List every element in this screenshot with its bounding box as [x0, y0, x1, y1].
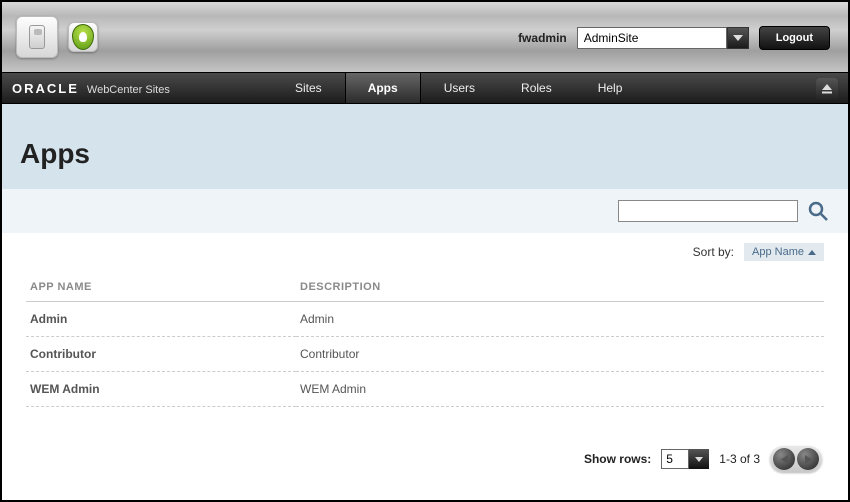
apps-table: APP NAME DESCRIPTION AdminAdminContribut…: [26, 273, 824, 407]
topbar: fwadmin Logout: [2, 2, 848, 72]
prev-page-button[interactable]: [773, 448, 795, 470]
search-row: [2, 189, 848, 233]
sort-row: Sort by: App Name: [2, 233, 848, 269]
site-selector: [577, 27, 749, 49]
pager-buttons: [770, 446, 822, 472]
logout-button[interactable]: Logout: [759, 26, 830, 50]
chevron-right-icon: [805, 455, 812, 464]
chevron-down-icon: [695, 457, 703, 462]
shield-icon: [72, 24, 94, 50]
pager: Show rows: 1-3 of 3: [584, 446, 822, 472]
col-app-name[interactable]: APP NAME: [26, 273, 296, 302]
table-row[interactable]: WEM AdminWEM Admin: [26, 372, 824, 407]
admin-app-button[interactable]: [68, 22, 98, 52]
sort-asc-icon: [808, 250, 816, 255]
cell-description: Contributor: [296, 337, 824, 372]
next-page-button[interactable]: [797, 448, 819, 470]
switch-icon: [29, 25, 45, 49]
page-title: Apps: [20, 138, 830, 170]
rows-per-page-dropdown-button[interactable]: [689, 449, 709, 469]
cell-app-name: WEM Admin: [26, 372, 296, 407]
nav-item-sites[interactable]: Sites: [272, 73, 345, 103]
apps-table-wrap: APP NAME DESCRIPTION AdminAdminContribut…: [2, 269, 848, 407]
show-rows-label: Show rows:: [584, 452, 651, 466]
nav-item-apps[interactable]: Apps: [345, 73, 421, 103]
cell-description: Admin: [296, 302, 824, 337]
sort-by-value: App Name: [752, 246, 804, 258]
site-select-dropdown-button[interactable]: [727, 27, 749, 49]
app-frame: fwadmin Logout ORACLE WebCenter Sites Si…: [0, 0, 850, 502]
navbar: ORACLE WebCenter Sites SitesAppsUsersRol…: [2, 72, 848, 104]
eject-icon: [822, 84, 832, 94]
nav-items: SitesAppsUsersRolesHelp: [272, 73, 645, 103]
brand: ORACLE WebCenter Sites: [12, 81, 170, 96]
col-description[interactable]: DESCRIPTION: [296, 273, 824, 302]
table-header-row: APP NAME DESCRIPTION: [26, 273, 824, 302]
nav-item-help[interactable]: Help: [575, 73, 646, 103]
sort-by-label: Sort by:: [693, 245, 734, 259]
switch-app-button[interactable]: [16, 16, 58, 58]
search-icon: [807, 200, 829, 222]
page-range-text: 1-3 of 3: [719, 452, 760, 466]
sort-by-button[interactable]: App Name: [744, 243, 824, 261]
table-row[interactable]: AdminAdmin: [26, 302, 824, 337]
nav-item-users[interactable]: Users: [421, 73, 498, 103]
rows-per-page-input[interactable]: [661, 449, 689, 469]
nav-item-roles[interactable]: Roles: [498, 73, 575, 103]
cell-description: WEM Admin: [296, 372, 824, 407]
eject-button[interactable]: [816, 78, 838, 100]
site-select-input[interactable]: [577, 27, 727, 49]
cell-app-name: Contributor: [26, 337, 296, 372]
cell-app-name: Admin: [26, 302, 296, 337]
search-input[interactable]: [618, 200, 798, 222]
chevron-down-icon: [733, 35, 743, 41]
rows-per-page-select: [661, 449, 709, 469]
current-user-label: fwadmin: [518, 31, 567, 45]
brand-product: WebCenter Sites: [87, 84, 170, 96]
table-row[interactable]: ContributorContributor: [26, 337, 824, 372]
search-button[interactable]: [806, 199, 830, 223]
topbar-right: fwadmin Logout: [518, 26, 830, 50]
page-header: Apps: [2, 104, 848, 189]
chevron-left-icon: [781, 455, 788, 464]
brand-oracle: ORACLE: [12, 81, 79, 96]
